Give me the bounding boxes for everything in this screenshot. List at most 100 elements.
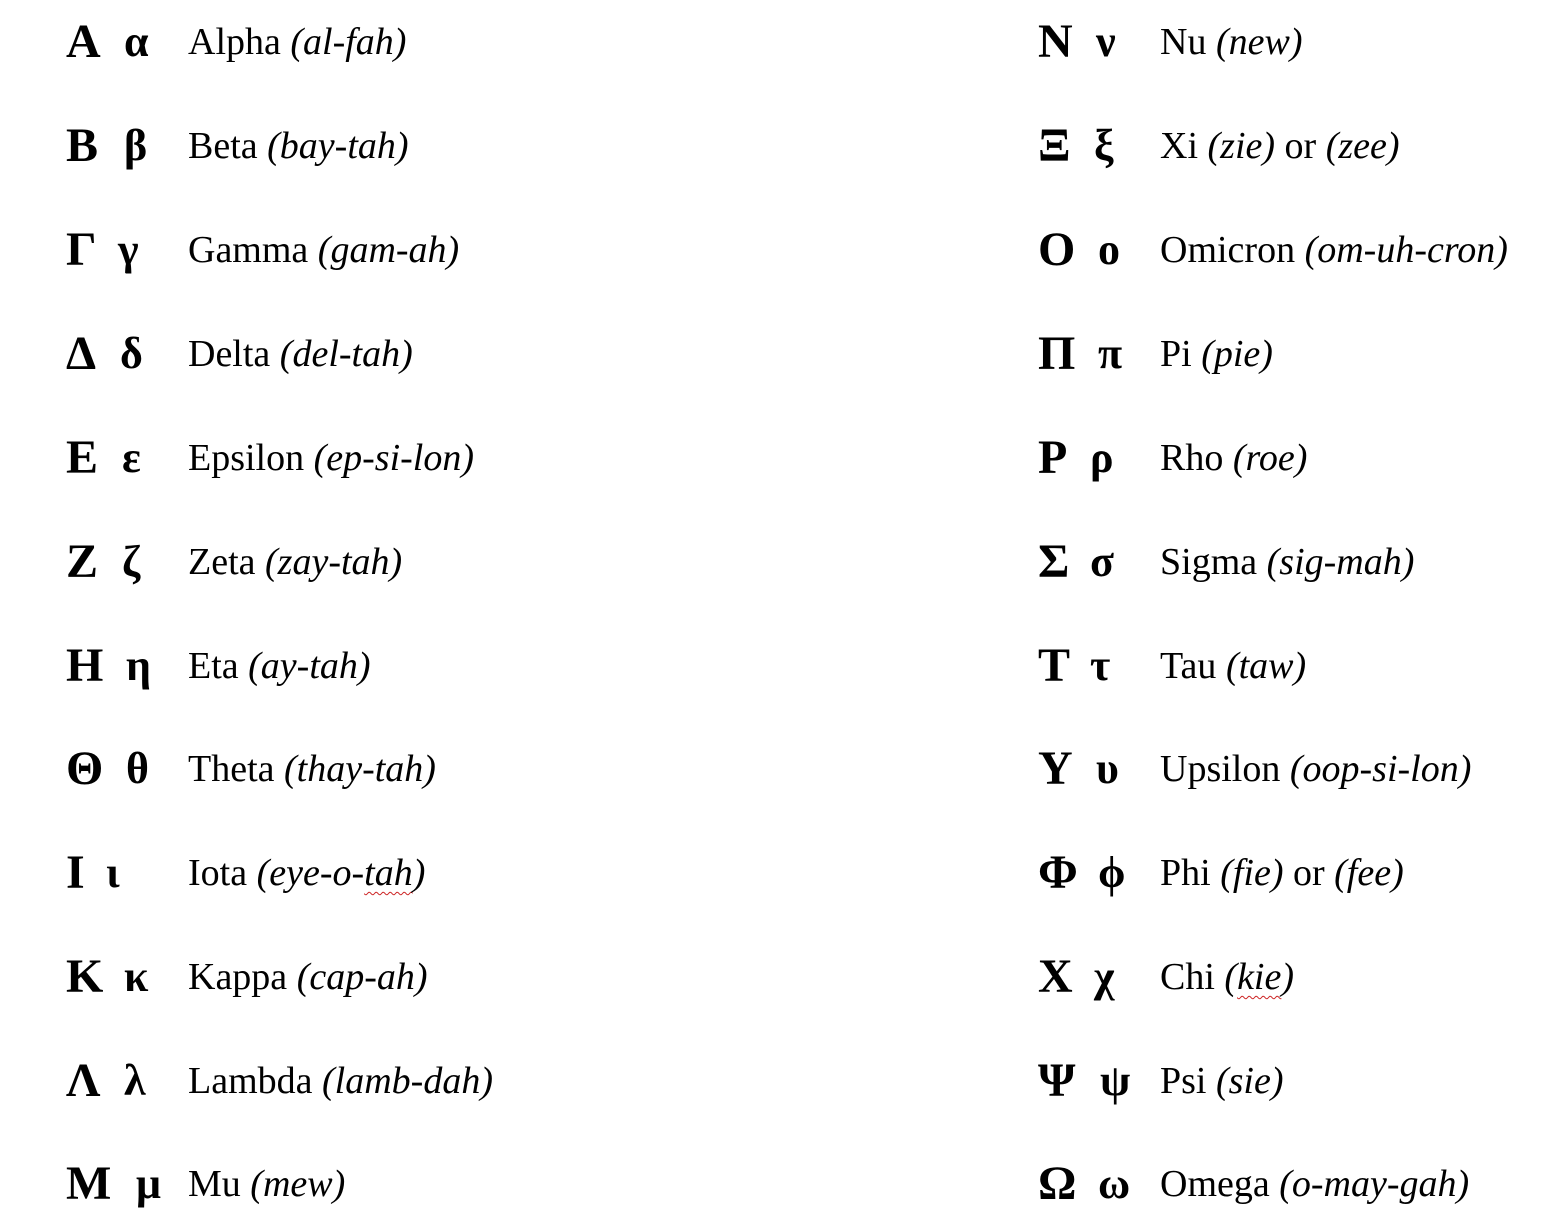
- pronunciation: (lamb-dah): [322, 1060, 493, 1102]
- lowercase-letter: ψ: [1100, 1056, 1131, 1105]
- spellcheck-flagged-word: tah: [364, 852, 413, 894]
- uppercase-letter: Τ: [1038, 639, 1071, 692]
- uppercase-letter: Ν: [1038, 15, 1073, 68]
- letter-name-line: Pi (pie): [1160, 314, 1273, 394]
- letter-name-line: Mu (mew): [188, 1144, 345, 1224]
- pronunciation: (zay-tah): [265, 541, 403, 583]
- pronunciation-part: ): [1281, 956, 1295, 998]
- lowercase-letter: ρ: [1090, 433, 1114, 482]
- lowercase-letter: θ: [126, 744, 149, 793]
- letter-name: Gamma: [188, 229, 309, 271]
- letter-name: Eta: [188, 645, 239, 687]
- uppercase-letter: Ξ: [1038, 119, 1071, 172]
- pronunciation: (pie): [1201, 333, 1273, 375]
- uppercase-letter: Υ: [1038, 742, 1073, 795]
- uppercase-letter: Ρ: [1038, 431, 1068, 484]
- letter-name: Epsilon: [188, 437, 305, 479]
- uppercase-letter: Α: [66, 15, 101, 68]
- letter-name: Lambda: [188, 1060, 313, 1102]
- letter-name-line: Iota (eye-o-tah): [188, 833, 425, 913]
- letter-name: Alpha: [188, 21, 281, 63]
- lowercase-letter: ι: [106, 848, 120, 897]
- uppercase-letter: Ζ: [66, 535, 99, 588]
- letter-name: Nu: [1160, 21, 1207, 63]
- letter-name-line: Rho (roe): [1160, 418, 1307, 498]
- letter-name: Beta: [188, 125, 258, 167]
- letter-name-line: Theta (thay-tah): [188, 729, 436, 809]
- letter-name: Delta: [188, 333, 271, 375]
- lowercase-letter: ε: [122, 433, 141, 482]
- uppercase-letter: Β: [66, 119, 99, 172]
- letter-name-line: Psi (sie): [1160, 1041, 1284, 1121]
- lowercase-letter: ο: [1098, 225, 1120, 274]
- pronunciation: (sig-mah): [1266, 541, 1415, 583]
- pronunciation: (mew): [250, 1163, 346, 1205]
- lowercase-letter: δ: [120, 329, 143, 378]
- letter-name-line: Tau (taw): [1160, 626, 1306, 706]
- pronunciation: (zie): [1207, 125, 1276, 167]
- letter-name-line: Epsilon (ep-si-lon): [188, 418, 474, 498]
- letter-name-line: Omega (o-may-gah): [1160, 1144, 1469, 1224]
- lowercase-letter: μ: [136, 1159, 161, 1208]
- pronunciation: (o-may-gah): [1279, 1163, 1470, 1205]
- lowercase-letter: ϕ: [1098, 848, 1126, 897]
- uppercase-letter: Λ: [66, 1054, 101, 1107]
- pronunciation: (eye-o-tah): [257, 852, 426, 894]
- pronunciation-part: (: [1224, 956, 1238, 998]
- letter-name-line: Zeta (zay-tah): [188, 522, 402, 602]
- uppercase-letter: Ψ: [1038, 1054, 1076, 1107]
- pronunciation: (taw): [1225, 645, 1307, 687]
- lowercase-letter: γ: [118, 225, 139, 274]
- uppercase-letter: Ω: [1038, 1157, 1077, 1210]
- pronunciation: (om-uh-cron): [1304, 229, 1508, 271]
- pronunciation: (thay-tah): [284, 748, 436, 790]
- lowercase-letter: β: [124, 121, 148, 170]
- lowercase-letter: τ: [1090, 641, 1111, 690]
- letter-name-line: Sigma (sig-mah): [1160, 522, 1414, 602]
- letter-name-line: Phi (fie) or (fee): [1160, 833, 1404, 913]
- pronunciation-part: ): [412, 852, 426, 894]
- lowercase-letter: ν: [1096, 17, 1116, 66]
- pronunciation: (oop-si-lon): [1289, 748, 1472, 790]
- uppercase-letter: Ο: [1038, 223, 1076, 276]
- uppercase-letter: Γ: [66, 223, 97, 276]
- pronunciation: (roe): [1232, 437, 1308, 479]
- uppercase-letter: Ε: [66, 431, 99, 484]
- uppercase-letter: Φ: [1038, 846, 1078, 899]
- letter-name-line: Omicron (om-uh-cron): [1160, 210, 1508, 290]
- pronunciation: (new): [1215, 21, 1303, 63]
- letter-name-line: Alpha (al-fah): [188, 2, 406, 82]
- letter-name: Theta: [188, 748, 275, 790]
- pronunciation-alt: (zee): [1325, 125, 1400, 167]
- uppercase-letter: Μ: [66, 1157, 112, 1210]
- lowercase-letter: α: [124, 17, 149, 66]
- lowercase-letter: ξ: [1094, 121, 1114, 170]
- pronunciation: (fie): [1220, 852, 1284, 894]
- uppercase-letter: Δ: [66, 327, 97, 380]
- letter-name: Tau: [1160, 645, 1217, 687]
- letter-name: Phi: [1160, 852, 1211, 894]
- pronunciation: (al-fah): [290, 21, 407, 63]
- uppercase-letter: Η: [66, 639, 104, 692]
- pronunciation-alt: (fee): [1334, 852, 1404, 894]
- lowercase-letter: η: [126, 641, 151, 690]
- letter-name: Omega: [1160, 1163, 1270, 1205]
- pronunciation: (ep-si-lon): [313, 437, 475, 479]
- spellcheck-flagged-word: kie: [1237, 956, 1282, 998]
- letter-name-line: Gamma (gam-ah): [188, 210, 459, 290]
- letter-name-line: Nu (new): [1160, 2, 1302, 82]
- lowercase-letter: π: [1098, 329, 1123, 378]
- letter-name: Kappa: [188, 956, 288, 998]
- pronunciation: (del-tah): [279, 333, 413, 375]
- lowercase-letter: σ: [1090, 537, 1114, 586]
- letter-name-line: Xi (zie) or (zee): [1160, 106, 1400, 186]
- letter-name: Sigma: [1160, 541, 1258, 583]
- lowercase-letter: υ: [1096, 744, 1119, 793]
- pronunciation: (kie): [1224, 956, 1294, 998]
- letter-name: Chi: [1160, 956, 1215, 998]
- lowercase-letter: λ: [124, 1056, 146, 1105]
- uppercase-letter: Π: [1038, 327, 1076, 380]
- letter-name: Xi: [1160, 125, 1198, 167]
- letter-name-line: Lambda (lamb-dah): [188, 1041, 493, 1121]
- uppercase-letter: Σ: [1038, 535, 1070, 588]
